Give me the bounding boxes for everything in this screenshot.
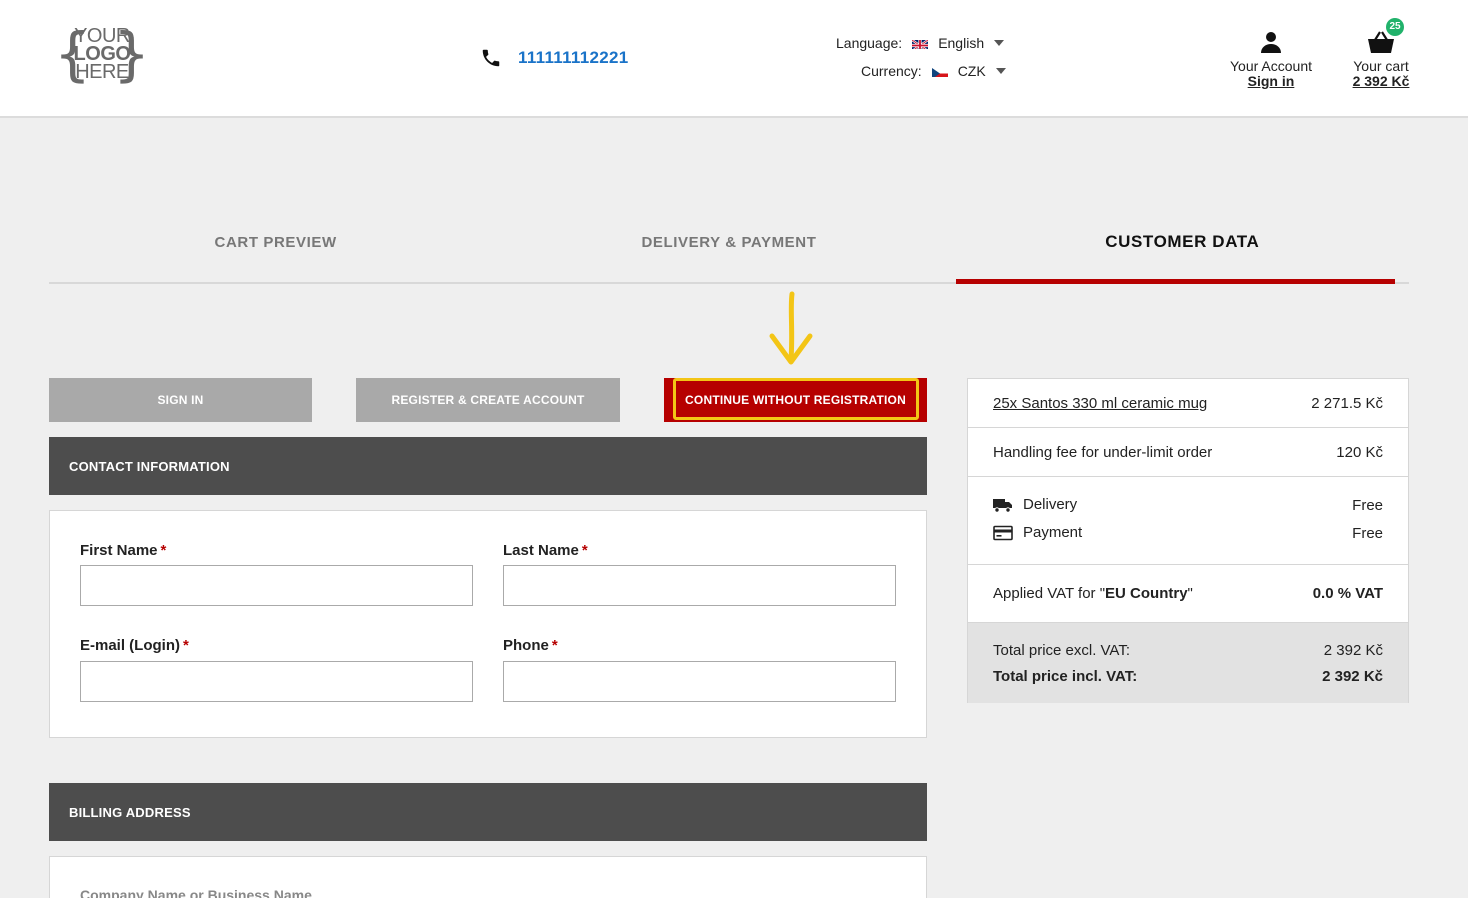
cart-total[interactable]: 2 392 Kč [1346,74,1416,88]
billing-section-title: BILLING ADDRESS [49,783,927,841]
payment-price: Free [1352,525,1383,542]
contact-form: First Name * Last Name * E-mail (Login) * P… [49,510,927,738]
chevron-down-icon [995,68,1006,74]
phone-label: Phone * [503,637,558,654]
phone-input[interactable] [503,661,896,702]
total-excl-value: 2 392 Kč [1323,642,1383,659]
currency-label: Currency: [861,63,922,79]
total-incl-value: 2 392 Kč [1322,668,1383,685]
language-value: English [938,35,985,51]
account-label: Your Account [1230,58,1312,74]
summary-item-price: 2 271.5 Kč [1311,395,1383,412]
step-delivery-payment[interactable]: DELIVERY & PAYMENT [502,222,955,282]
delivery-line: Delivery [993,496,1077,513]
site-header: { YOUR LOGO HERE } 111111112221 Language… [0,0,1468,118]
cart-count-badge: 25 [1386,18,1404,36]
continue-without-registration-button[interactable]: CONTINUE WITHOUT REGISTRATION [664,378,927,422]
vat-label: Applied VAT for "EU Country" [993,585,1193,602]
first-name-label: First Name * [80,542,167,559]
account-link[interactable]: Your Account Sign in [1226,30,1316,88]
email-label: E-mail (Login) * [80,637,189,654]
handling-fee-label: Handling fee for under-limit order [993,444,1213,461]
first-name-input[interactable] [80,565,473,606]
truck-icon [993,498,1012,513]
continue-without-registration-label: CONTINUE WITHOUT REGISTRATION [685,393,906,407]
payment-label: Payment [1023,524,1083,541]
phone-number-link[interactable]: 111111112221 [518,48,629,68]
credit-card-icon [993,525,1013,540]
summary-item-row: 25x Santos 330 ml ceramic mug 2 271.5 Kč [968,379,1408,428]
checkout-steps: CART PREVIEW DELIVERY & PAYMENT CUSTOMER… [49,222,1409,284]
cart-link[interactable]: 25 Your cart 2 392 Kč [1346,18,1416,88]
phone-icon [482,49,500,67]
cart-label: Your cart [1353,58,1409,74]
total-excl-label: Total price excl. VAT: [993,642,1130,659]
summary-totals: Total price excl. VAT: 2 392 Kč Total pr… [968,623,1408,703]
total-incl-label: Total price incl. VAT: [993,668,1138,685]
summary-handling-row: Handling fee for under-limit order 120 K… [968,428,1408,477]
language-label: Language: [836,35,903,51]
handling-fee-price: 120 Kč [1336,444,1383,461]
summary-item-link[interactable]: 25x Santos 330 ml ceramic mug [993,395,1207,412]
contact-section-title: CONTACT INFORMATION [49,437,927,495]
sign-in-link[interactable]: Sign in [1226,74,1316,88]
step-customer-data[interactable]: CUSTOMER DATA [955,222,1409,284]
billing-form: Company Name or Business Name [49,856,927,898]
first-name-field: First Name * [80,542,473,606]
arrow-down-annotation-icon [769,291,813,365]
last-name-label: Last Name * [503,542,588,559]
phone-field: Phone * [503,637,896,702]
currency-value: CZK [957,63,986,79]
uk-flag-icon [912,38,929,49]
email-input[interactable] [80,661,473,702]
last-name-field: Last Name * [503,542,896,606]
payment-line: Payment [993,524,1082,541]
summary-vat-row: Applied VAT for "EU Country" 0.0 % VAT [968,565,1408,623]
language-selector[interactable]: Language: English [836,35,1005,51]
currency-selector[interactable]: Currency: CZK [861,63,1006,79]
last-name-input[interactable] [503,565,896,606]
user-icon [1261,32,1281,53]
email-field: E-mail (Login) * [80,637,473,702]
logo-right-brace: } [113,20,150,88]
site-logo[interactable]: { YOUR LOGO HERE } [54,22,150,90]
summary-shipping-row: Delivery Free Payment Free [968,477,1408,565]
delivery-label: Delivery [1023,496,1078,513]
delivery-price: Free [1352,497,1383,514]
header-phone[interactable]: 111111112221 [480,46,629,70]
company-name-label: Company Name or Business Name [80,887,312,898]
chevron-down-icon [994,40,1005,46]
order-summary: 25x Santos 330 ml ceramic mug 2 271.5 Kč… [967,378,1409,703]
cz-flag-icon [931,66,948,77]
step-cart-preview[interactable]: CART PREVIEW [49,222,502,282]
vat-value: 0.0 % VAT [1312,585,1383,602]
sign-in-button[interactable]: SIGN IN [49,378,312,422]
register-button[interactable]: REGISTER & CREATE ACCOUNT [356,378,620,422]
